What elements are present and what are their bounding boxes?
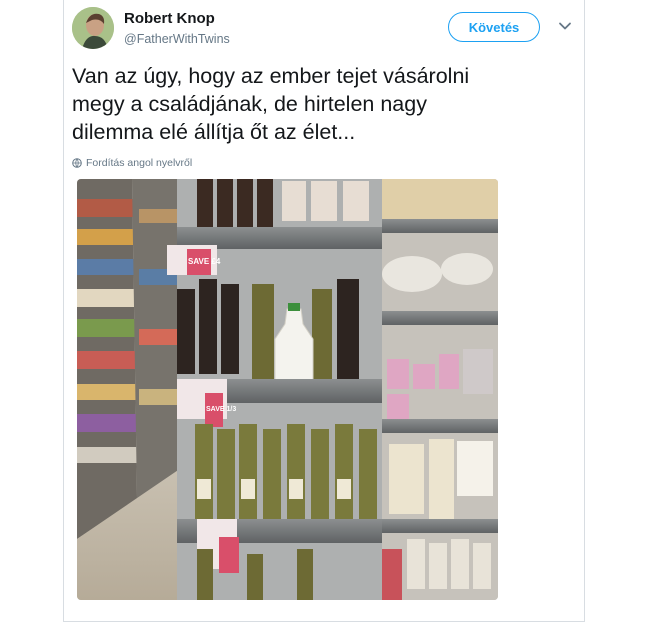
avatar[interactable] bbox=[72, 7, 114, 49]
author-name[interactable]: Robert Knop bbox=[124, 10, 215, 27]
tweet-card: Robert Knop @FatherWithTwins Követés Van… bbox=[63, 0, 585, 622]
translate-link[interactable]: Fordítás angol nyelvről bbox=[72, 157, 192, 169]
follow-button[interactable]: Követés bbox=[448, 12, 540, 42]
tweet-photo[interactable]: SAVE £4 SAVE 1/3 bbox=[77, 179, 498, 600]
supermarket-shelf-image: SAVE £4 SAVE 1/3 bbox=[77, 179, 498, 600]
author-handle[interactable]: @FatherWithTwins bbox=[124, 32, 230, 46]
translate-label: Fordítás angol nyelvről bbox=[86, 157, 193, 169]
price-tag-label: SAVE £4 bbox=[188, 257, 221, 266]
price-tag-label: SAVE 1/3 bbox=[206, 406, 236, 413]
globe-icon bbox=[72, 158, 82, 168]
tweet-text: Van az úgy, hogy az ember tejet vásároln… bbox=[72, 64, 470, 144]
chevron-down-icon[interactable] bbox=[558, 19, 572, 33]
